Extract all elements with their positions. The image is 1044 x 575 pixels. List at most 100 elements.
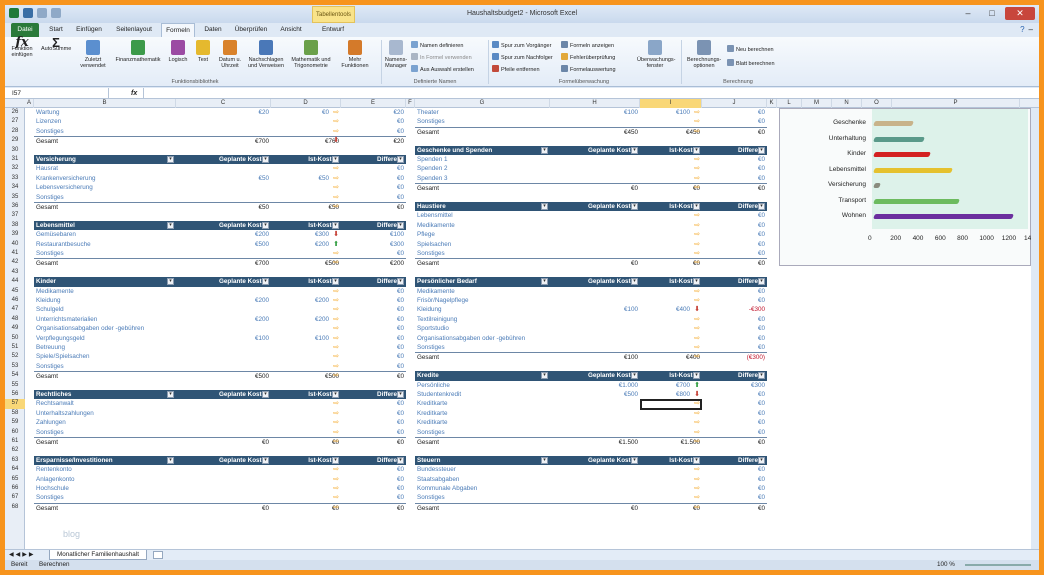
actual-cost-cell[interactable] xyxy=(640,334,692,343)
row-label[interactable]: Sonstiges xyxy=(34,127,176,136)
planned-cost-cell[interactable] xyxy=(176,127,271,136)
evaluate-formula-button[interactable]: Formelauswertung xyxy=(561,65,616,73)
planned-cost-cell[interactable]: €100 xyxy=(176,334,271,343)
filter-dropdown-icon[interactable]: ▾ xyxy=(167,456,174,464)
watch-window-button[interactable]: Überwachungs-fenster xyxy=(637,40,676,69)
row-label[interactable]: Wartung xyxy=(34,108,176,117)
row-label[interactable]: Lebensversicherung xyxy=(34,183,176,192)
actual-cost-cell[interactable] xyxy=(271,484,331,493)
row-label[interactable]: Kommunale Abgaben xyxy=(415,484,550,493)
row-header-68[interactable]: 68 xyxy=(5,503,25,512)
row-header-57[interactable]: 57 xyxy=(5,399,25,409)
table-header-planned[interactable]: Geplante Kosten xyxy=(550,455,640,466)
actual-cost-cell[interactable] xyxy=(271,493,331,502)
difference-cell[interactable]: €0 xyxy=(702,249,767,258)
planned-cost-cell[interactable]: €50 xyxy=(176,174,271,183)
column-header-j[interactable]: J xyxy=(702,99,767,108)
total-planned[interactable]: €0 xyxy=(176,437,271,446)
maximize-button[interactable]: □ xyxy=(981,7,1003,20)
planned-cost-cell[interactable]: €200 xyxy=(176,296,271,305)
filter-dropdown-icon[interactable]: ▾ xyxy=(541,372,548,380)
row-header-56[interactable]: 56 xyxy=(5,390,25,399)
row-label[interactable]: Hochschule xyxy=(34,484,176,493)
row-label[interactable]: Sonstiges xyxy=(34,362,176,371)
column-header-i[interactable]: I xyxy=(640,99,702,108)
actual-cost-cell[interactable]: €400 xyxy=(640,305,692,314)
difference-cell[interactable]: €0 xyxy=(702,108,767,117)
row-header-64[interactable]: 64 xyxy=(5,465,25,474)
planned-cost-cell[interactable] xyxy=(550,324,640,333)
total-label[interactable]: Gesamt xyxy=(415,258,550,267)
difference-cell[interactable]: €0 xyxy=(341,399,406,408)
row-header-26[interactable]: 26 xyxy=(5,108,25,117)
difference-cell[interactable]: €0 xyxy=(702,409,767,418)
tab-data[interactable]: Daten xyxy=(199,23,227,37)
total-difference[interactable]: €0 xyxy=(341,502,406,512)
total-label[interactable]: Gesamt xyxy=(34,371,176,380)
difference-cell[interactable]: €0 xyxy=(702,399,767,408)
date-time-button[interactable]: Datum u. Uhrzeit xyxy=(217,40,243,69)
filter-dropdown-icon[interactable]: ▾ xyxy=(262,456,269,464)
filter-dropdown-icon[interactable]: ▾ xyxy=(397,278,404,286)
actual-cost-cell[interactable]: €300 xyxy=(271,230,331,239)
column-header-g[interactable]: G xyxy=(415,99,550,108)
difference-cell[interactable]: €0 xyxy=(341,418,406,427)
filter-dropdown-icon[interactable]: ▾ xyxy=(262,391,269,398)
fx-label[interactable]: fx xyxy=(131,88,137,99)
row-header-54[interactable]: 54 xyxy=(5,371,25,380)
actual-cost-cell[interactable] xyxy=(640,475,692,484)
planned-cost-cell[interactable] xyxy=(550,465,640,474)
filter-dropdown-icon[interactable]: ▾ xyxy=(541,203,548,210)
planned-cost-cell[interactable] xyxy=(176,249,271,258)
error-checking-button[interactable]: Fehlerüberprüfung xyxy=(561,53,615,61)
actual-cost-cell[interactable]: €200 xyxy=(271,315,331,324)
total-difference[interactable]: €0 xyxy=(702,258,767,267)
difference-cell[interactable]: €0 xyxy=(341,465,406,474)
total-difference[interactable]: €20 xyxy=(341,136,406,145)
row-label[interactable]: Zahlungen xyxy=(34,418,176,427)
table-header-title[interactable]: Steuern xyxy=(415,455,550,466)
row-label[interactable]: Kleidung xyxy=(34,296,176,305)
filter-dropdown-icon[interactable]: ▾ xyxy=(167,221,174,229)
difference-cell[interactable]: €0 xyxy=(341,315,406,324)
actual-cost-cell[interactable] xyxy=(640,240,692,249)
actual-cost-cell[interactable] xyxy=(271,127,331,136)
total-planned[interactable]: €450 xyxy=(550,126,640,136)
create-from-selection-button[interactable]: Aus Auswahl erstellen xyxy=(411,65,474,73)
show-formulas-button[interactable]: Formeln anzeigen xyxy=(561,41,614,49)
row-header-52[interactable]: 52 xyxy=(5,352,25,361)
total-label[interactable]: Gesamt xyxy=(415,352,550,361)
actual-cost-cell[interactable]: €50 xyxy=(271,174,331,183)
table-header-actual[interactable]: Ist-Kosten xyxy=(271,390,341,400)
actual-cost-cell[interactable] xyxy=(640,418,692,427)
difference-cell[interactable]: -€300 xyxy=(702,305,767,314)
row-label[interactable]: Unterrichtsmaterialien xyxy=(34,315,176,324)
chart-bar[interactable] xyxy=(873,152,931,157)
row-label[interactable]: Kleidung xyxy=(415,305,550,314)
filter-dropdown-icon[interactable]: ▾ xyxy=(758,203,765,210)
difference-cell[interactable]: €300 xyxy=(702,381,767,390)
row-label[interactable]: Kreditkarte xyxy=(415,409,550,418)
difference-cell[interactable]: €0 xyxy=(702,334,767,343)
column-header-c[interactable]: C xyxy=(176,99,271,108)
column-header-e[interactable]: E xyxy=(341,99,406,108)
row-header-63[interactable]: 63 xyxy=(5,456,25,465)
tab-view[interactable]: Ansicht xyxy=(275,23,307,37)
actual-cost-cell[interactable] xyxy=(640,315,692,324)
total-actual[interactable]: €500 xyxy=(271,258,341,267)
filter-dropdown-icon[interactable]: ▾ xyxy=(541,456,548,464)
row-header-39[interactable]: 39 xyxy=(5,230,25,239)
actual-cost-cell[interactable] xyxy=(640,465,692,474)
define-name-button[interactable]: Namen definieren xyxy=(411,41,463,49)
name-box[interactable]: I57 xyxy=(9,88,109,99)
row-label[interactable]: Lebensmittel xyxy=(415,211,550,220)
actual-cost-cell[interactable] xyxy=(640,296,692,305)
row-label[interactable]: Organisationsabgaben oder -gebühren xyxy=(34,324,176,333)
difference-cell[interactable]: €0 xyxy=(341,362,406,371)
difference-cell[interactable]: €0 xyxy=(341,127,406,136)
actual-cost-cell[interactable]: €800 xyxy=(640,390,692,399)
row-label[interactable]: Pflege xyxy=(415,230,550,239)
filter-dropdown-icon[interactable]: ▾ xyxy=(397,456,404,464)
actual-cost-cell[interactable] xyxy=(271,249,331,258)
row-header-37[interactable]: 37 xyxy=(5,211,25,220)
